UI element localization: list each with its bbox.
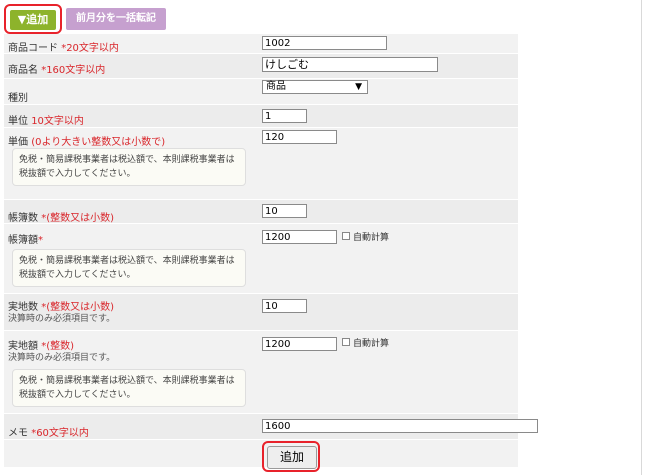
code-label: 商品コード *20文字以内: [8, 43, 119, 54]
row-book-qty: 帳簿数 *(整数又は小数) 10: [4, 200, 518, 224]
tax-note: 免税・簡易課税事業者は税込額で、本則課税事業者は税抜額で入力してください。: [12, 369, 246, 407]
memo-label: メモ *60文字以内: [8, 428, 89, 439]
memo-input[interactable]: 1600: [262, 419, 538, 433]
type-label: 種別: [8, 93, 28, 104]
row-book-amount: 帳簿額* 1200 自動計算 免税・簡易課税事業者は税込額で、本則課税事業者は税…: [4, 224, 518, 294]
name-label: 商品名 *160文字以内: [8, 65, 106, 76]
frame-border: [641, 0, 642, 475]
price-input[interactable]: 120: [262, 130, 337, 144]
submit-button-highlight: 追加: [262, 441, 320, 472]
actual-auto-calc-label: 自動計算: [353, 339, 390, 349]
book-auto-calc-label: 自動計算: [353, 233, 390, 243]
tax-note: 免税・簡易課税事業者は税込額で、本則課税事業者は税抜額で入力してください。: [12, 249, 246, 287]
book-amount-label: 帳簿額*: [8, 235, 43, 246]
row-submit: [4, 440, 518, 468]
book-auto-calc-checkbox[interactable]: [342, 232, 350, 240]
type-selected-value: 商品: [266, 81, 286, 92]
add-toggle-button[interactable]: ▼追加: [10, 10, 56, 30]
row-code: 商品コード *20文字以内 1002: [4, 34, 518, 54]
actual-auto-calc-checkbox[interactable]: [342, 338, 350, 346]
row-type: 種別 商品 ▼: [4, 79, 518, 105]
book-amount-input[interactable]: 1200: [262, 230, 337, 244]
transfer-previous-month-button[interactable]: 前月分を一括転記: [66, 8, 166, 30]
type-select[interactable]: 商品 ▼: [262, 80, 368, 94]
tax-note: 免税・簡易課税事業者は税込額で、本則課税事業者は税抜額で入力してください。: [12, 148, 246, 186]
unit-input[interactable]: 1: [262, 109, 307, 123]
name-input[interactable]: けしごむ: [262, 57, 438, 72]
actual-amount-note: 決算時のみ必須項目です。: [8, 353, 116, 363]
row-unit: 単位 10文字以内 1: [4, 105, 518, 128]
row-name: 商品名 *160文字以内 けしごむ: [4, 54, 518, 79]
row-memo: メモ *60文字以内 1600: [4, 414, 538, 440]
item-form: 商品コード *20文字以内 1002 商品名 *160文字以内 けしごむ 種別 …: [4, 34, 538, 468]
book-qty-label: 帳簿数 *(整数又は小数): [8, 213, 114, 224]
submit-add-button[interactable]: 追加: [267, 446, 317, 469]
actual-qty-note: 決算時のみ必須項目です。: [8, 314, 116, 324]
row-actual-amount: 実地額 *(整数) 決算時のみ必須項目です。 1200 自動計算 免税・簡易課税…: [4, 331, 518, 414]
actual-amount-input[interactable]: 1200: [262, 337, 337, 351]
row-actual-qty: 実地数 *(整数又は小数) 決算時のみ必須項目です。 10: [4, 294, 518, 331]
code-input[interactable]: 1002: [262, 36, 387, 50]
dropdown-arrow-icon: ▼: [355, 82, 362, 92]
book-qty-input[interactable]: 10: [262, 204, 307, 218]
row-price: 単価 (0より大きい整数又は小数で) 120 免税・簡易課税事業者は税込額で、本…: [4, 128, 518, 200]
unit-label: 単位 10文字以内: [8, 116, 84, 127]
add-button-highlight: ▼追加: [4, 4, 62, 34]
price-label: 単価 (0より大きい整数又は小数で): [8, 137, 166, 148]
actual-qty-input[interactable]: 10: [262, 299, 307, 313]
